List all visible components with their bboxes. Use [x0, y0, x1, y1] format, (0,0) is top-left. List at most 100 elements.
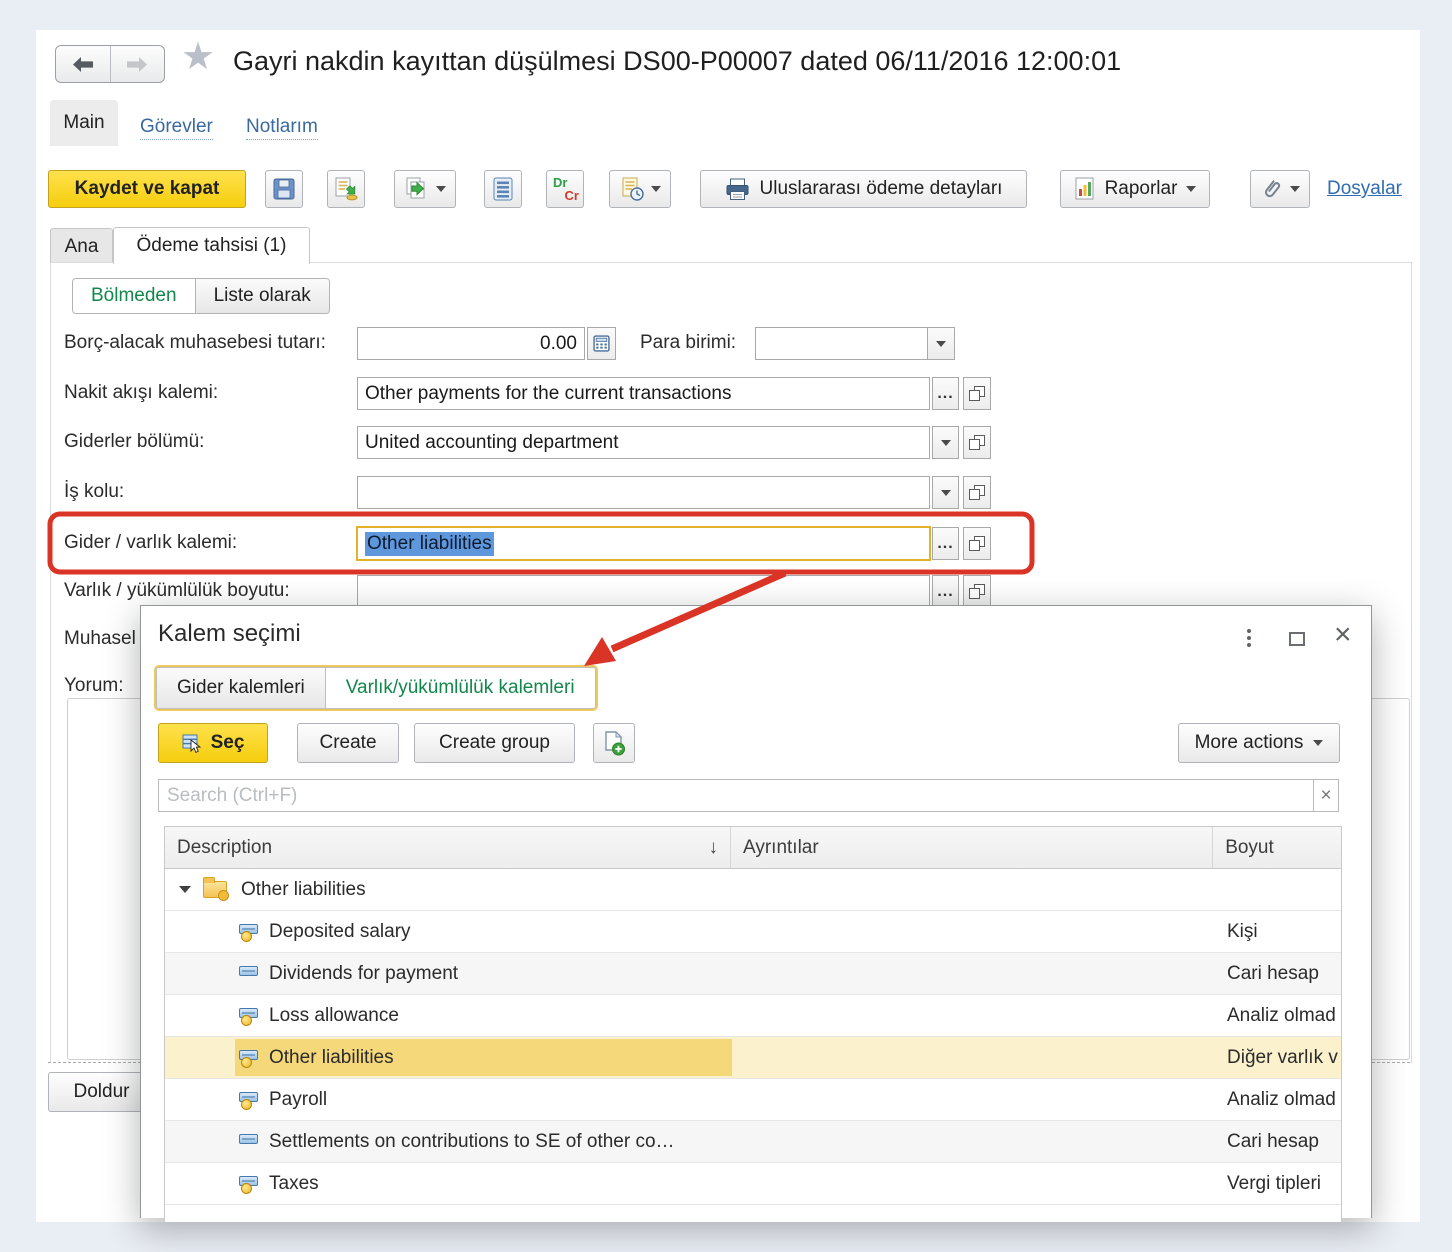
- business-line-select[interactable]: [357, 476, 930, 509]
- post-document-icon: [333, 176, 359, 202]
- intl-payment-details-button[interactable]: Uluslararası ödeme detayları: [700, 170, 1027, 208]
- favorite-star-icon[interactable]: ★: [181, 38, 215, 76]
- column-ayrintilar[interactable]: Ayrıntılar: [731, 827, 1213, 868]
- table-row-folder[interactable]: Other liabilities: [165, 869, 1341, 911]
- item-with-dimension-icon: [239, 923, 261, 941]
- kebab-menu-icon: [1247, 629, 1251, 633]
- nav-tab-main[interactable]: Main: [50, 100, 118, 146]
- nav-tab-gorevler[interactable]: Görevler: [140, 116, 213, 140]
- open-icon: [969, 485, 985, 500]
- post-document-button[interactable]: [327, 170, 365, 208]
- business-line-dropdown-button[interactable]: [932, 476, 959, 509]
- table-row[interactable]: Dividends for payment Cari hesap: [165, 953, 1341, 995]
- tab-varlik-yukumluluk-kalemleri[interactable]: Varlık/yükümlülük kalemleri: [325, 668, 595, 708]
- report-chart-icon: [1074, 177, 1096, 201]
- currency-label: Para birimi:: [640, 332, 736, 354]
- table-row[interactable]: Settlements on contributions to SE of ot…: [165, 1121, 1341, 1163]
- open-icon: [969, 536, 985, 551]
- tab-odeme-tahsisi[interactable]: Ödeme tahsisi (1): [113, 227, 310, 264]
- table-row[interactable]: Taxes Vergi tipleri: [165, 1163, 1341, 1205]
- post-copy-icon: [404, 176, 430, 202]
- cash-flow-item-input[interactable]: Other payments for the current transacti…: [357, 377, 930, 410]
- forward-button[interactable]: [111, 46, 165, 82]
- dropdown-arrow-icon: [1313, 740, 1323, 746]
- folder-icon: [203, 881, 227, 898]
- column-description[interactable]: Description ↓: [165, 827, 731, 868]
- expenses-department-select[interactable]: United accounting department: [357, 426, 930, 459]
- asset-liability-dimension-choose-button[interactable]: ...: [932, 575, 959, 608]
- item-icon: [239, 965, 261, 983]
- tab-ana[interactable]: Ana: [50, 228, 113, 264]
- expenses-department-dropdown-button[interactable]: [932, 426, 959, 459]
- column-boyut[interactable]: Boyut: [1213, 827, 1341, 868]
- item-icon: [239, 1133, 261, 1151]
- cash-flow-item-choose-button[interactable]: ...: [932, 377, 959, 410]
- dialog-maximize-button[interactable]: [1289, 632, 1305, 646]
- expenses-department-open-button[interactable]: [963, 426, 991, 459]
- items-table: Description ↓ Ayrıntılar Boyut Other lia…: [164, 826, 1342, 1222]
- nav-tab-notlarim[interactable]: Notlarım: [246, 116, 318, 140]
- select-button[interactable]: Seç: [158, 723, 268, 763]
- save-and-close-button[interactable]: Kaydet ve kapat: [48, 170, 246, 208]
- tab-gider-kalemleri[interactable]: Gider kalemleri: [157, 668, 325, 708]
- register-list-icon: [491, 176, 515, 202]
- currency-select[interactable]: [755, 327, 928, 360]
- search-clear-button[interactable]: ×: [1314, 779, 1339, 812]
- table-row[interactable]: Deposited salary Kişi: [165, 911, 1341, 953]
- search-input[interactable]: [158, 779, 1314, 812]
- dr-cr-button[interactable]: Dr Cr: [546, 170, 584, 208]
- fill-button[interactable]: Doldur: [48, 1072, 155, 1112]
- expenses-department-label: Giderler bölümü:: [64, 431, 204, 453]
- expense-asset-item-choose-button[interactable]: ...: [932, 527, 959, 560]
- dialog-title: Kalem seçimi: [158, 620, 301, 648]
- back-button[interactable]: [56, 46, 111, 82]
- sort-descending-icon: ↓: [709, 837, 719, 859]
- save-button[interactable]: [265, 170, 303, 208]
- cash-flow-item-open-button[interactable]: [963, 377, 991, 410]
- files-link[interactable]: Dosyalar: [1327, 178, 1402, 200]
- collapse-triangle-icon[interactable]: [179, 886, 191, 893]
- reports-button[interactable]: Raporlar: [1060, 170, 1210, 208]
- table-row[interactable]: Loss allowance Analiz olmad: [165, 995, 1341, 1037]
- document-history-button[interactable]: [609, 170, 671, 208]
- dropdown-arrow-icon: [1290, 186, 1300, 192]
- business-line-open-button[interactable]: [963, 476, 991, 509]
- amount-input[interactable]: [357, 327, 585, 360]
- comment-label: Yorum:: [64, 675, 124, 697]
- post-and-close-button[interactable]: [394, 170, 456, 208]
- selected-text: Other liabilities: [365, 532, 494, 556]
- view-toggle: Bölmeden Liste olarak: [72, 278, 330, 314]
- calculator-button[interactable]: [587, 327, 616, 360]
- intl-payment-details-label: Uluslararası ödeme detayları: [760, 178, 1003, 200]
- amount-label: Borç-alacak muhasebesi tutarı:: [64, 332, 326, 354]
- open-icon: [969, 584, 985, 599]
- document-plus-icon: [602, 731, 626, 756]
- item-with-dimension-icon: [239, 1175, 261, 1193]
- calculator-icon: [593, 335, 610, 352]
- maximize-icon: [1289, 632, 1305, 646]
- table-row-selected[interactable]: Other liabilities Diğer varlık v: [165, 1037, 1341, 1079]
- table-row-empty: [165, 1205, 1341, 1222]
- attachments-button[interactable]: [1250, 170, 1310, 208]
- item-with-dimension-icon: [239, 1091, 261, 1109]
- dialog-tabs: Gider kalemleri Varlık/yükümlülük kaleml…: [156, 667, 596, 709]
- expense-asset-item-open-button[interactable]: [963, 527, 991, 560]
- dialog-close-button[interactable]: ×: [1334, 620, 1352, 650]
- asset-liability-dimension-open-button[interactable]: [963, 575, 991, 608]
- currency-dropdown-button[interactable]: [927, 327, 955, 360]
- create-button[interactable]: Create: [297, 723, 399, 763]
- toggle-liste-olarak[interactable]: Liste olarak: [195, 279, 329, 313]
- asset-liability-dimension-input[interactable]: [357, 575, 930, 608]
- table-row[interactable]: Payroll Analiz olmad: [165, 1079, 1341, 1121]
- arrow-left-icon: [71, 56, 95, 73]
- select-label: Seç: [211, 732, 245, 754]
- more-actions-button[interactable]: More actions: [1178, 723, 1340, 763]
- new-item-button[interactable]: [593, 723, 635, 763]
- create-group-button[interactable]: Create group: [414, 723, 575, 763]
- register-records-button[interactable]: [484, 170, 522, 208]
- toggle-bolmeden[interactable]: Bölmeden: [73, 279, 195, 313]
- item-with-dimension-icon: [239, 1007, 261, 1025]
- dialog-menu-button[interactable]: [1247, 629, 1251, 633]
- expense-asset-item-input[interactable]: Other liabilities: [357, 527, 930, 560]
- expense-asset-item-label: Gider / varlık kalemi:: [64, 532, 237, 554]
